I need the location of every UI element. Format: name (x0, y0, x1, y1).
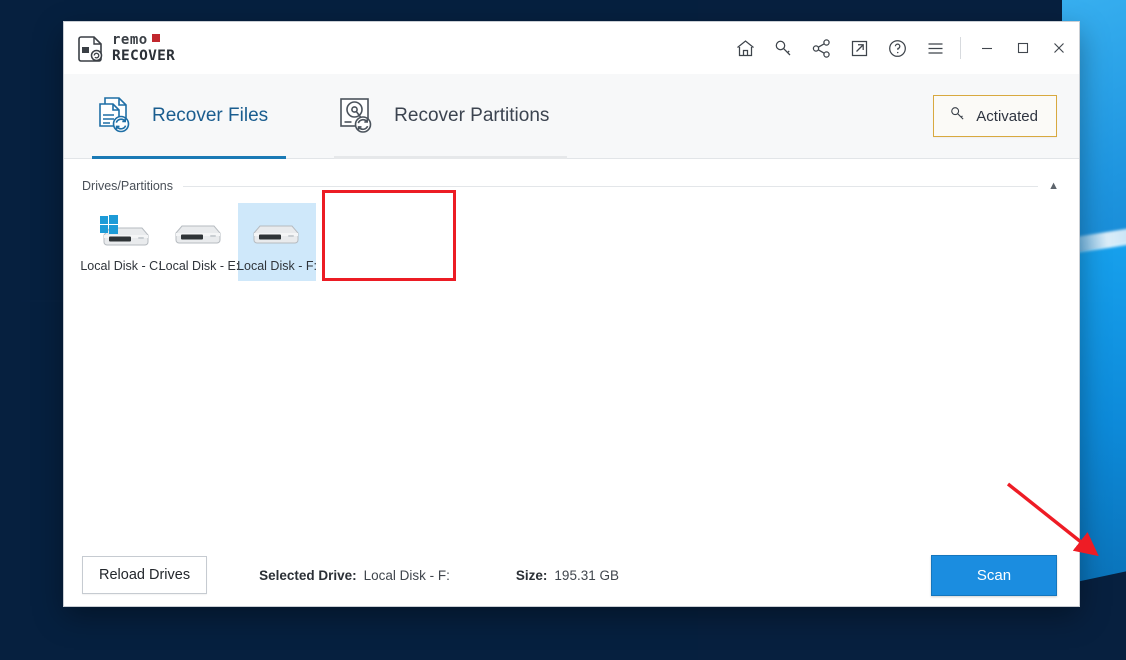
title-bar: remo RECOVER (64, 22, 1079, 74)
drive-item-c[interactable]: Local Disk - C: (80, 203, 162, 281)
content-area: Drives/Partitions ▲ Local Disk - C: Loca… (64, 159, 1079, 606)
help-icon[interactable] (878, 28, 916, 68)
home-icon[interactable] (726, 28, 764, 68)
size-label: Size: (515, 567, 548, 583)
document-recover-icon (78, 34, 105, 63)
tab-recover-files[interactable]: Recover Files (92, 74, 287, 159)
size-value: 195.31 GB (554, 567, 619, 583)
selected-drive-label: Selected Drive: (259, 567, 357, 583)
brand-secondary: RECOVER (112, 47, 176, 64)
drive-item-c-label: Local Disk - C: (80, 259, 162, 273)
key-icon (949, 105, 967, 127)
tab-recover-partitions-label: Recover Partitions (394, 105, 550, 126)
selected-drive-info: Selected Drive: Local Disk - F: (259, 568, 450, 583)
hard-drive-icon (246, 211, 308, 253)
action-bar: Reload Drives Selected Drive: Local Disk… (64, 544, 1079, 606)
maximize-button[interactable] (1005, 28, 1041, 68)
menu-icon[interactable] (916, 28, 954, 68)
brand-primary: remo (112, 31, 148, 48)
tab-recover-files-label: Recover Files (152, 105, 269, 126)
chevron-up-icon[interactable]: ▲ (1048, 180, 1061, 192)
annotation-highlight-box (322, 190, 456, 281)
brand-accent-square (151, 34, 160, 43)
minimize-button[interactable] (969, 28, 1005, 68)
drive-item-e-label: Local Disk - E: (158, 259, 240, 273)
drives-group: Drives/Partitions ▲ Local Disk - C: Loca… (80, 179, 1061, 281)
drives-list: Local Disk - C: Local Disk - E: Local Di… (80, 190, 1061, 281)
external-link-icon[interactable] (840, 28, 878, 68)
activated-label: Activated (976, 107, 1038, 125)
app-logo: remo RECOVER (74, 33, 175, 64)
drives-group-title: Drives/Partitions (82, 179, 173, 193)
key-icon[interactable] (764, 28, 802, 68)
drive-item-f-label: Local Disk - F: (237, 259, 317, 273)
app-logo-text: remo RECOVER (112, 33, 175, 64)
recover-partitions-icon (334, 93, 380, 139)
share-icon[interactable] (802, 28, 840, 68)
app-window: remo RECOVER Recover Files Recover Parti… (64, 22, 1079, 606)
title-bar-divider (960, 37, 961, 59)
selected-drive-value: Local Disk - F: (363, 567, 450, 583)
scan-button[interactable]: Scan (931, 554, 1057, 596)
activated-button[interactable]: Activated (933, 95, 1057, 137)
drives-group-rule (183, 185, 1039, 187)
drives-group-header: Drives/Partitions ▲ (82, 179, 1061, 193)
reload-drives-button[interactable]: Reload Drives (82, 556, 208, 594)
desktop-background: remo RECOVER Recover Files Recover Parti… (0, 0, 1126, 660)
drive-size-info: Size: 195.31 GB (516, 568, 619, 583)
drive-item-f[interactable]: Local Disk - F: (237, 203, 317, 281)
title-bar-actions (726, 28, 1079, 68)
close-button[interactable] (1041, 28, 1077, 68)
tab-recover-partitions[interactable]: Recover Partitions (334, 74, 568, 159)
hard-drive-windows-icon (90, 211, 152, 253)
hard-drive-icon (168, 211, 230, 253)
drive-item-e[interactable]: Local Disk - E: (158, 203, 240, 281)
recover-files-icon (92, 93, 138, 139)
mode-tab-bar: Recover Files Recover Partitions Activat… (64, 74, 1079, 159)
